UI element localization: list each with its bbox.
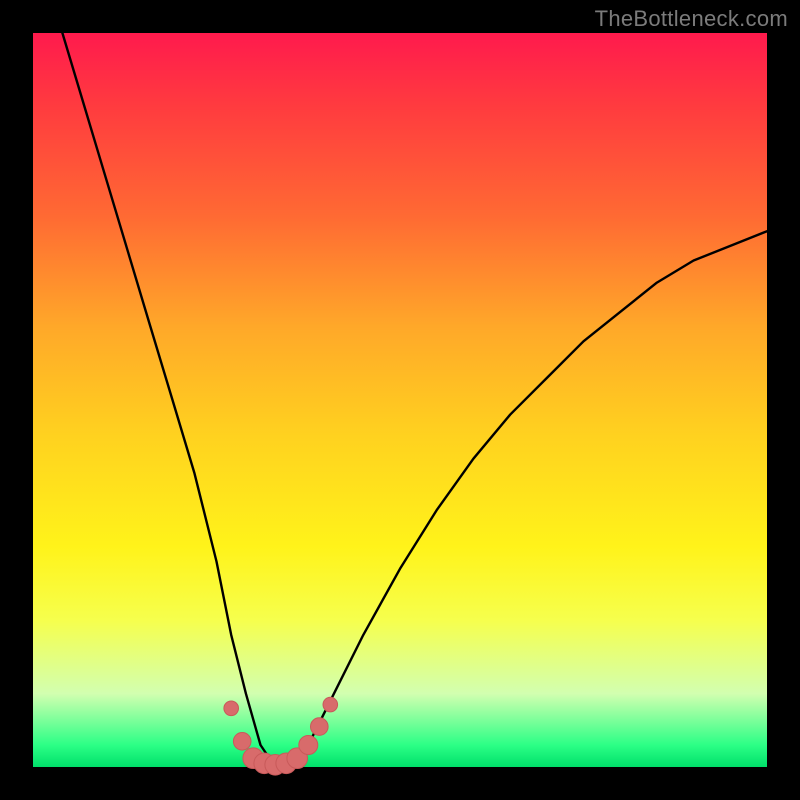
highlight-dot xyxy=(311,718,329,736)
highlight-dot xyxy=(323,697,338,712)
highlight-dot xyxy=(224,701,239,716)
chart-frame: TheBottleneck.com xyxy=(0,0,800,800)
bottleneck-curve xyxy=(62,33,767,767)
highlight-markers xyxy=(224,697,338,775)
chart-svg xyxy=(33,33,767,767)
highlight-dot xyxy=(299,736,318,755)
watermark-text: TheBottleneck.com xyxy=(595,6,788,32)
highlight-dot xyxy=(233,733,251,751)
